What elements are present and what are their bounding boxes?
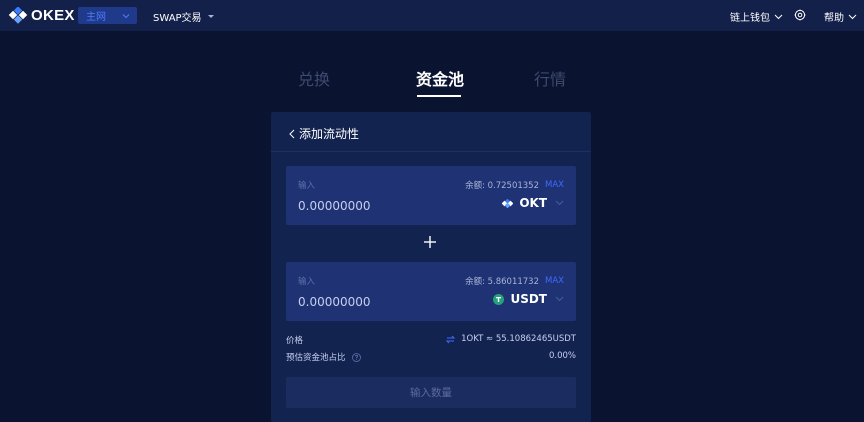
- tab-market[interactable]: 行情: [534, 66, 566, 90]
- chevron-down-icon: [774, 14, 783, 19]
- pool-share-label-group: 预估资金池占比: [286, 351, 361, 363]
- token-select-usdt[interactable]: USDT: [493, 292, 564, 306]
- swap-arrows-icon[interactable]: [446, 335, 456, 344]
- okex-logo[interactable]: OKEX: [8, 7, 75, 24]
- network-select[interactable]: 主网: [78, 7, 137, 24]
- okex-logo-icon: [8, 7, 28, 24]
- price-label: 价格: [286, 336, 304, 346]
- balance-display: 余额: 5.86011732 MAX: [465, 275, 564, 287]
- tab-liquidity-pool[interactable]: 资金池: [416, 66, 464, 90]
- panel-title: 添加流动性: [299, 127, 360, 141]
- back-button[interactable]: 添加流动性: [289, 125, 359, 142]
- add-liquidity-panel: 添加流动性 输入 余额: 0.72501352 MAX OKT 输入: [271, 112, 591, 422]
- caret-down-icon: [207, 15, 214, 18]
- balance-text: 余额: 0.72501352: [465, 181, 540, 191]
- amount-input-1[interactable]: [298, 197, 438, 215]
- token-input-box-1: 输入 余额: 0.72501352 MAX OKT: [286, 166, 576, 225]
- tab-exchange[interactable]: 兑换: [298, 66, 330, 90]
- swap-trade-label: SWAP交易: [153, 13, 202, 24]
- max-button[interactable]: MAX: [545, 276, 564, 286]
- input-label: 输入: [298, 181, 316, 191]
- pool-share-label: 预估资金池占比: [286, 353, 346, 363]
- chevron-left-icon: [289, 129, 295, 138]
- plus-icon: [424, 236, 436, 248]
- token-input-box-2: 输入 余额: 5.86011732 MAX USDT: [286, 262, 576, 321]
- swap-trade-menu[interactable]: SWAP交易: [153, 9, 214, 24]
- pool-share-value: 0.00%: [548, 351, 576, 361]
- network-label: 主网: [86, 12, 106, 23]
- usdt-token-icon: [493, 293, 505, 305]
- active-tab-indicator: [417, 95, 461, 97]
- amount-input-2[interactable]: [298, 293, 438, 311]
- help-circle-icon[interactable]: [351, 352, 361, 362]
- chevron-down-icon: [555, 296, 564, 302]
- help-menu-label: 帮助: [824, 13, 844, 24]
- token-name: OKT: [519, 196, 547, 210]
- help-menu[interactable]: 帮助: [824, 9, 857, 24]
- chevron-down-icon: [122, 13, 130, 18]
- top-navigation-bar: OKEX 主网 SWAP交易 链上钱包 帮助: [0, 0, 864, 31]
- token-select-okt[interactable]: OKT: [502, 196, 564, 210]
- price-value: 1OKT ≈ 55.10862465USDT: [461, 334, 576, 344]
- chevron-down-icon: [848, 14, 857, 19]
- wallet-menu[interactable]: 链上钱包: [730, 9, 783, 24]
- price-value-group: 1OKT ≈ 55.10862465USDT: [446, 334, 576, 344]
- balance-display: 余额: 0.72501352 MAX: [465, 179, 564, 191]
- logo-text: OKEX: [31, 7, 75, 24]
- input-label: 输入: [298, 277, 316, 287]
- panel-header: 添加流动性: [271, 112, 591, 152]
- token-name: USDT: [510, 292, 547, 306]
- chevron-down-icon: [555, 200, 564, 206]
- okt-token-icon: [502, 198, 514, 208]
- balance-text: 余额: 5.86011732: [465, 277, 540, 287]
- enter-amount-button[interactable]: 输入数量: [286, 377, 576, 408]
- max-button[interactable]: MAX: [545, 180, 564, 190]
- settings-icon[interactable]: [794, 9, 806, 21]
- wallet-menu-label: 链上钱包: [730, 13, 770, 24]
